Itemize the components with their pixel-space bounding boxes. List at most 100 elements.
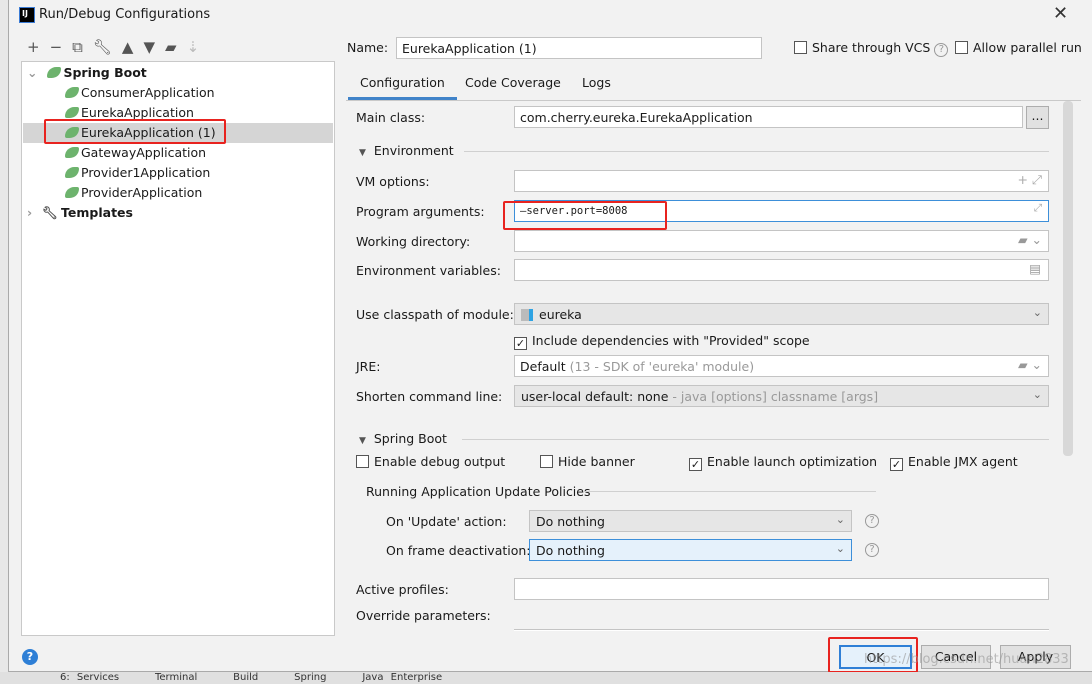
checkbox-checked[interactable]: ✓ bbox=[514, 337, 527, 350]
chevron-down-icon[interactable]: ⌄ bbox=[27, 65, 37, 80]
jre-hint: (13 - SDK of 'eureka' module) bbox=[569, 359, 755, 374]
vm-options-label: VM options: bbox=[356, 174, 430, 189]
ide-tab-services[interactable]: 6: Services bbox=[60, 672, 119, 683]
arrow-up-icon[interactable]: ▲ bbox=[122, 38, 144, 56]
program-arguments-label: Program arguments: bbox=[356, 204, 485, 219]
expand-icon[interactable]: + ⤢ bbox=[1018, 172, 1042, 188]
tree-group-label: Templates bbox=[61, 205, 133, 220]
checkbox[interactable] bbox=[955, 41, 968, 54]
tree-item[interactable]: ConsumerApplication bbox=[23, 83, 333, 103]
ide-tool-window-bar: 6: Services Terminal Build Spring Java E… bbox=[0, 672, 1092, 684]
document-icon[interactable]: ▤ bbox=[1029, 261, 1041, 276]
working-directory-input[interactable]: ▰ ⌄ bbox=[514, 230, 1049, 252]
classpath-module-value: eureka bbox=[539, 307, 582, 322]
tree-item[interactable]: GatewayApplication bbox=[23, 143, 333, 163]
shorten-hint: - java [options] classname [args] bbox=[672, 389, 879, 404]
launch-optimization-label: Enable launch optimization bbox=[707, 454, 878, 469]
config-tree: ⌄ Spring Boot ConsumerApplication EurekaA… bbox=[21, 61, 335, 636]
triangle-down-icon: ▼ bbox=[359, 148, 366, 158]
wrench-icon[interactable]: 🔧︎ bbox=[93, 38, 122, 56]
new-folder-icon[interactable]: ▰ bbox=[165, 38, 187, 56]
checkbox-checked[interactable]: ✓ bbox=[890, 458, 903, 471]
main-class-input[interactable]: com.cherry.eureka.EurekaApplication bbox=[514, 106, 1023, 128]
shorten-command-line-select[interactable]: user-local default: none - java [options… bbox=[514, 385, 1049, 407]
tree-item[interactable]: Provider1Application bbox=[23, 163, 333, 183]
name-label: Name: bbox=[347, 40, 389, 55]
spring-boot-icon bbox=[65, 187, 79, 198]
browse-main-class-button[interactable]: ... bbox=[1026, 106, 1049, 129]
ide-tab-terminal[interactable]: Terminal bbox=[155, 672, 197, 683]
jmx-agent-checkbox[interactable]: ✓ Enable JMX agent bbox=[890, 454, 1018, 471]
highlight-box bbox=[44, 119, 226, 144]
spring-boot-section[interactable]: ▼ Spring Boot bbox=[359, 431, 447, 446]
frame-deactivation-select[interactable]: Do nothing ⌄ bbox=[529, 539, 852, 561]
ide-tab-spring[interactable]: Spring bbox=[294, 672, 326, 683]
folder-icon[interactable]: ▰ ⌄ bbox=[1018, 232, 1042, 247]
spring-boot-icon bbox=[65, 107, 79, 118]
checkbox-checked[interactable]: ✓ bbox=[689, 458, 702, 471]
expand-icon[interactable]: ⤢ bbox=[1034, 202, 1042, 215]
launch-optimization-checkbox[interactable]: ✓ Enable launch optimization bbox=[689, 454, 877, 471]
jre-select[interactable]: Default (13 - SDK of 'eureka' module) ▰ ⌄ bbox=[514, 355, 1049, 377]
tree-item[interactable]: ProviderApplication bbox=[23, 183, 333, 203]
name-input[interactable]: EurekaApplication (1) bbox=[396, 37, 762, 59]
checkbox[interactable] bbox=[794, 41, 807, 54]
override-parameters-table[interactable] bbox=[514, 629, 1049, 631]
allow-parallel-checkbox[interactable]: Allow parallel run bbox=[955, 40, 1082, 55]
environment-variables-input[interactable]: ▤ bbox=[514, 259, 1049, 281]
ide-tab-build[interactable]: Build bbox=[233, 672, 258, 683]
tree-item-label: GatewayApplication bbox=[81, 145, 207, 160]
window-title: Run/Debug Configurations bbox=[39, 7, 211, 22]
spring-boot-label: Spring Boot bbox=[373, 431, 447, 446]
checkbox[interactable] bbox=[356, 455, 369, 468]
environment-section[interactable]: ▼ Environment bbox=[359, 143, 454, 158]
chevron-down-icon: ⌄ bbox=[835, 513, 845, 526]
arrow-down-icon[interactable]: ▼ bbox=[143, 38, 165, 56]
active-profiles-input[interactable] bbox=[514, 578, 1049, 600]
override-parameters-label: Override parameters: bbox=[356, 608, 491, 623]
update-action-value: Do nothing bbox=[536, 514, 605, 529]
include-provided-label: Include dependencies with "Provided" sco… bbox=[532, 333, 810, 348]
close-icon[interactable]: ✕ bbox=[1053, 3, 1068, 24]
checkbox[interactable] bbox=[540, 455, 553, 468]
vm-options-input[interactable]: + ⤢ bbox=[514, 170, 1049, 192]
jmx-agent-label: Enable JMX agent bbox=[908, 454, 1018, 469]
share-vcs-checkbox[interactable]: Share through VCS ? bbox=[794, 40, 949, 57]
ide-tab-java-enterprise[interactable]: Java Enterprise bbox=[362, 672, 442, 683]
folder-icon[interactable]: ▰ ⌄ bbox=[1018, 357, 1042, 372]
enable-debug-checkbox[interactable]: Enable debug output bbox=[356, 454, 505, 469]
wrench-icon: 🔧︎ bbox=[42, 205, 59, 220]
jre-label: JRE: bbox=[356, 359, 381, 374]
classpath-module-label: Use classpath of module: bbox=[356, 307, 514, 322]
hide-banner-checkbox[interactable]: Hide banner bbox=[540, 454, 635, 469]
scrollbar[interactable] bbox=[1063, 101, 1073, 456]
classpath-module-select[interactable]: eureka ⌄ bbox=[514, 303, 1049, 325]
shorten-command-line-label: Shorten command line: bbox=[356, 389, 503, 404]
update-action-label: On 'Update' action: bbox=[386, 514, 507, 529]
minus-icon[interactable]: − bbox=[50, 38, 73, 56]
tab-logs[interactable]: Logs bbox=[582, 75, 611, 90]
toolbar: +−⧉🔧︎▲▼▰⇣ bbox=[27, 38, 209, 56]
help-icon[interactable]: ? bbox=[865, 514, 879, 528]
chevron-down-icon: ⌄ bbox=[835, 542, 845, 555]
help-button[interactable]: ? bbox=[22, 649, 38, 665]
copy-icon[interactable]: ⧉ bbox=[72, 38, 93, 56]
tab-configuration[interactable]: Configuration bbox=[348, 68, 457, 100]
tree-item-label: EurekaApplication bbox=[81, 105, 194, 120]
tree-group-templates[interactable]: › 🔧︎ Templates bbox=[23, 203, 333, 223]
help-icon[interactable]: ? bbox=[934, 43, 949, 57]
triangle-down-icon: ▼ bbox=[359, 436, 366, 446]
tree-item-label: ConsumerApplication bbox=[81, 85, 215, 100]
sort-az-icon: ⇣ bbox=[186, 38, 210, 56]
chevron-right-icon[interactable]: › bbox=[27, 205, 32, 220]
hide-banner-label: Hide banner bbox=[558, 454, 635, 469]
help-icon[interactable]: ? bbox=[865, 543, 879, 557]
active-profiles-label: Active profiles: bbox=[356, 582, 449, 597]
plus-icon[interactable]: + bbox=[27, 38, 50, 56]
tab-code-coverage[interactable]: Code Coverage bbox=[465, 75, 561, 90]
update-action-select[interactable]: Do nothing ⌄ bbox=[529, 510, 852, 532]
include-provided-checkbox[interactable]: ✓ Include dependencies with "Provided" sc… bbox=[514, 333, 810, 350]
tree-item-label: ProviderApplication bbox=[81, 185, 203, 200]
tree-group-spring-boot[interactable]: ⌄ Spring Boot bbox=[23, 63, 333, 83]
module-icon bbox=[521, 309, 533, 321]
